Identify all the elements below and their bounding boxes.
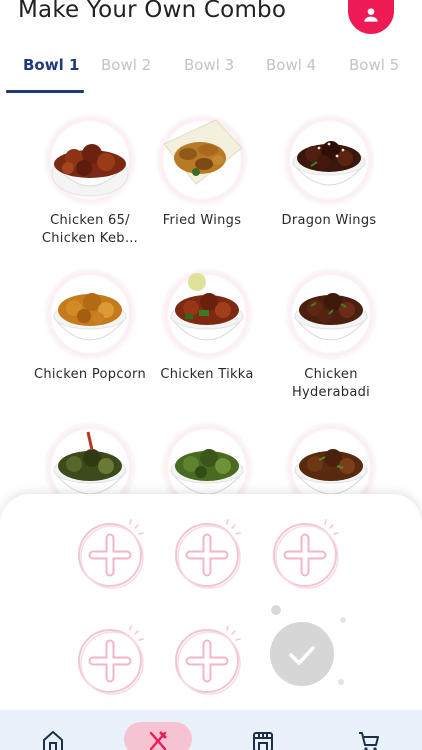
profile-button[interactable] <box>348 0 394 34</box>
dish-image <box>283 114 375 206</box>
dish-item[interactable]: Fried Wings <box>140 114 264 230</box>
dish-name: Chicken 65/ Chicken Keb… <box>41 213 139 246</box>
dish-name: Chicken Hyderabadi <box>291 367 371 400</box>
combo-slot-4[interactable] <box>75 624 149 698</box>
tab-bowl-5[interactable]: Bowl 5 <box>349 56 399 74</box>
tab-bowl-4[interactable]: Bowl 4 <box>266 56 316 74</box>
dish-item[interactable]: Chicken 65/ Chicken Keb… <box>28 114 152 248</box>
tab-bowl-2[interactable]: Bowl 2 <box>101 56 151 74</box>
combo-slot-3[interactable] <box>270 518 344 592</box>
check-icon <box>270 605 346 686</box>
store-icon <box>253 732 273 750</box>
cart-icon <box>359 732 379 750</box>
nav-cart[interactable] <box>344 710 394 750</box>
combo-slot-5[interactable] <box>172 624 246 698</box>
confirm-combo-button[interactable] <box>266 600 348 688</box>
nav-combo[interactable] <box>133 710 183 750</box>
dish-name: Dragon Wings <box>281 213 377 228</box>
dish-item[interactable]: Chicken Popcorn <box>28 268 152 384</box>
combo-slot-1[interactable] <box>75 518 149 592</box>
dish-name: Chicken Tikka <box>160 367 254 382</box>
dish-image <box>44 114 136 206</box>
add-icon <box>78 519 144 589</box>
nav-store[interactable] <box>238 710 288 750</box>
tab-bowl-1[interactable]: Bowl 1 <box>23 56 79 74</box>
page-title: Make Your Own Combo <box>18 0 287 23</box>
dish-image <box>44 268 136 360</box>
active-tab-indicator <box>6 90 84 93</box>
dish-item[interactable]: Chicken Tikka <box>145 268 269 384</box>
dish-image <box>285 268 377 360</box>
dish-image <box>156 114 248 206</box>
dish-item[interactable]: Chicken Hyderabadi <box>269 268 393 402</box>
dish-name: Fried Wings <box>162 213 242 228</box>
add-icon <box>78 625 144 695</box>
dish-image <box>161 268 253 360</box>
add-icon <box>273 519 339 589</box>
home-icon <box>43 731 63 750</box>
nav-home[interactable] <box>28 710 78 750</box>
combo-slot-2[interactable] <box>172 518 246 592</box>
bottom-nav <box>0 710 422 750</box>
dish-item[interactable]: Dragon Wings <box>267 114 391 230</box>
header: Make Your Own Combo <box>0 0 422 44</box>
bowl-tabs: Bowl 1 Bowl 2 Bowl 3 Bowl 4 Bowl 5 <box>0 48 422 94</box>
fork-knife-icon <box>149 731 167 750</box>
dish-name: Chicken Popcorn <box>33 367 147 382</box>
user-icon <box>364 8 378 22</box>
tab-bowl-3[interactable]: Bowl 3 <box>184 56 234 74</box>
add-icon <box>175 625 241 695</box>
add-icon <box>175 519 241 589</box>
